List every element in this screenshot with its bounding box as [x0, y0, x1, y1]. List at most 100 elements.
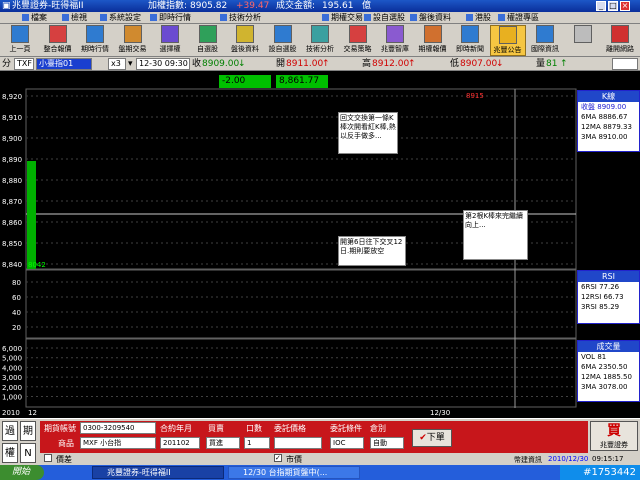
- toolbar-button-16[interactable]: 離開網路: [602, 25, 638, 56]
- toolbar-label: 期權報價: [418, 45, 447, 53]
- menu-watchlist[interactable]: 設自選股: [364, 12, 405, 24]
- k-legend-row: 12MA 8879.33: [578, 122, 639, 132]
- k-legend-label: 6MA: [581, 113, 599, 121]
- menu-hk[interactable]: 港股: [466, 12, 491, 24]
- chart-canvas: 8,920 8,910 8,900 8,890 8,880 8,870 8,860 8,850…: [2, 88, 577, 417]
- k-legend-row: 3MA 8910.00: [578, 132, 639, 142]
- product-field[interactable]: MXF 小台指: [80, 437, 156, 449]
- menu-settings[interactable]: 系統設定: [100, 12, 141, 24]
- close-icon[interactable]: ×: [620, 1, 630, 11]
- toolbar-button-1[interactable]: 整合報價: [40, 25, 76, 56]
- limit-checkbox[interactable]: [44, 454, 52, 462]
- menu-view[interactable]: 檢視: [62, 12, 87, 24]
- toolbar-button-4[interactable]: 選擇權: [152, 25, 188, 56]
- vol-legend-value: 3078.00: [598, 383, 628, 391]
- toolbar-icon-16: [611, 25, 629, 43]
- month-field[interactable]: 201102: [160, 437, 200, 449]
- toolbar-button-0[interactable]: 上一頁: [2, 25, 38, 56]
- vol-legend-row: 3MA 3078.00: [578, 382, 639, 392]
- vol-legend-row: 6MA 2350.50: [578, 362, 639, 372]
- high-value: 8912.00: [372, 59, 410, 69]
- index-value: 8905.82: [190, 1, 228, 11]
- menu-realtime[interactable]: 即時行情: [150, 12, 191, 24]
- rsi-y-tick: 40: [12, 309, 21, 317]
- menu-trade[interactable]: 期權交易: [322, 12, 363, 24]
- toolbar-button-5[interactable]: 自選股: [190, 25, 226, 56]
- menu-warrants[interactable]: 權證專區: [498, 12, 539, 24]
- qty-field[interactable]: 1: [244, 437, 270, 449]
- minimize-icon[interactable]: _: [596, 1, 606, 11]
- submit-order-button[interactable]: ✔下單: [412, 429, 452, 447]
- toolbar-button-7[interactable]: 設自選股: [265, 25, 301, 56]
- turnover-label: 成交金額:: [276, 1, 316, 11]
- mode-button-2[interactable]: 期: [20, 421, 36, 441]
- toolbar-button-8[interactable]: 技術分析: [302, 25, 338, 56]
- symbol-field[interactable]: TXF: [14, 58, 34, 70]
- down-arrow-icon: ↓: [238, 59, 246, 69]
- buy-badge[interactable]: 買 兆豐證券: [590, 421, 638, 451]
- price-field[interactable]: [274, 437, 322, 449]
- k-legend-value: 8909.00: [597, 103, 627, 111]
- task-app-main[interactable]: 兆豐證券-旺得福II: [92, 466, 224, 479]
- toolbar-button-14[interactable]: 國際資訊: [527, 25, 563, 56]
- k-legend-row: 6MA 8886.67: [578, 112, 639, 122]
- toolbar-button-15[interactable]: [565, 25, 601, 56]
- toolbar-label: 自選股: [197, 45, 218, 53]
- limit-label: 價差: [56, 455, 72, 464]
- toolbar-icon-6: [236, 25, 254, 43]
- market-checkbox[interactable]: ✓: [274, 454, 282, 462]
- menu-technical[interactable]: 技術分析: [220, 12, 261, 24]
- volume-y-tick: 2,000: [2, 384, 22, 392]
- app-icon: ▣: [2, 1, 11, 11]
- rsi-legend-value: 66.73: [603, 293, 624, 301]
- menu-after-hours[interactable]: 盤後資料: [410, 12, 451, 24]
- cond-select[interactable]: IOC: [330, 437, 364, 449]
- bs-select[interactable]: 買進: [206, 437, 240, 449]
- toolbar-icon-14: [536, 25, 554, 43]
- rsi-legend-row: 6RSI 77.26: [578, 282, 639, 292]
- toolbar-button-10[interactable]: 兆豐智庫: [377, 25, 413, 56]
- toolbar-icon-3: [123, 25, 142, 43]
- task-app-chart[interactable]: 12/30 台指期貨盤中(...: [228, 466, 360, 479]
- period-tab[interactable]: 分: [2, 58, 11, 70]
- window-title: 兆豐證券-旺得福II: [12, 1, 84, 11]
- product-name-field[interactable]: 小臺指01: [36, 58, 92, 70]
- multiplier-field[interactable]: x3: [108, 58, 126, 70]
- oc-select[interactable]: 自動: [370, 437, 404, 449]
- left-candle: [27, 161, 36, 269]
- mode-button-4[interactable]: N: [20, 443, 36, 463]
- toolbar-button-12[interactable]: 即時新聞: [452, 25, 488, 56]
- menu-file[interactable]: 檔案: [22, 12, 47, 24]
- toolbar-label: 離開網路: [606, 45, 634, 53]
- oc-label: 倉別: [370, 424, 386, 433]
- k-legend-value: 8910.00: [598, 133, 628, 141]
- toolbar-button-2[interactable]: 期時行情: [77, 25, 113, 56]
- toolbar-label: 設自選股: [268, 45, 297, 53]
- rsi-legend-row: 12RSI 66.73: [578, 292, 639, 302]
- expand-icon[interactable]: [612, 58, 638, 70]
- toolbar-button-6[interactable]: 盤後資料: [227, 25, 263, 56]
- status-time: 09:15:17: [592, 455, 624, 463]
- k-legend-label: 12MA: [581, 123, 603, 131]
- rsi-legend: RSI 6RSI 77.26 12RSI 66.73 3RSI 85.29: [577, 270, 640, 324]
- up-arrow-icon: ↑: [322, 59, 330, 69]
- toolbar-button-9[interactable]: 交易策略: [340, 25, 376, 56]
- main-y-tick: 8,860: [2, 219, 22, 227]
- maximize-icon[interactable]: □: [608, 1, 618, 11]
- mode-button-1[interactable]: 過: [2, 421, 18, 441]
- index-change: +39.47: [236, 1, 270, 11]
- toolbar-icon-10: [386, 25, 404, 43]
- mode-button-3[interactable]: 權: [2, 443, 18, 463]
- start-button[interactable]: 開始: [0, 465, 44, 480]
- product-label: 商品: [58, 439, 74, 448]
- toolbar-button-3[interactable]: 盤期交易: [115, 25, 151, 56]
- vol-legend-row: VOL 81: [578, 352, 639, 362]
- toolbar-label: 上一頁: [9, 45, 31, 53]
- account-field[interactable]: 0300-3209540: [80, 422, 156, 434]
- toolbar-button-13[interactable]: 兆豐公告: [489, 25, 526, 56]
- main-y-tick: 8,910: [2, 114, 22, 122]
- main-y-tick: 8,880: [2, 177, 22, 185]
- volume-y-tick: 5,000: [2, 355, 22, 363]
- toolbar-button-11[interactable]: 期權報價: [415, 25, 451, 56]
- chevron-down-icon[interactable]: ▾: [128, 58, 135, 70]
